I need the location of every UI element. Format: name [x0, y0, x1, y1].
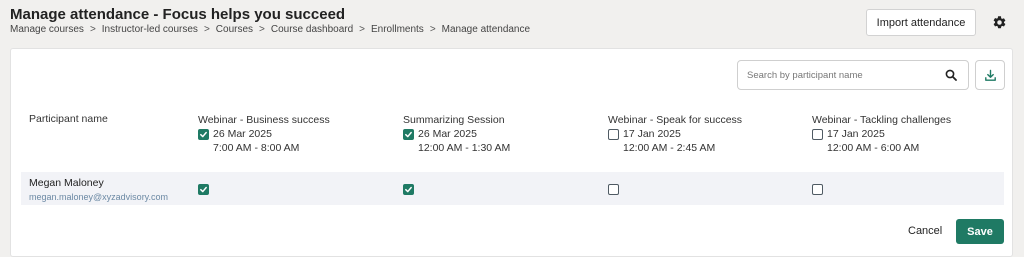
- search-icon[interactable]: [945, 69, 957, 81]
- breadcrumb-separator: >: [203, 24, 210, 35]
- attendance-card: Participant name Webinar - Business succ…: [10, 48, 1013, 257]
- attendance-checkbox[interactable]: [608, 184, 619, 195]
- session-date: 17 Jan 2025: [827, 128, 885, 140]
- session-select-all-checkbox[interactable]: [812, 128, 823, 140]
- session-column-header: Webinar - Business success 26 Mar 2025 7…: [198, 113, 330, 155]
- breadcrumb-item[interactable]: Courses: [216, 24, 253, 35]
- participant-email: megan.maloney@xyzadvisory.com: [29, 192, 169, 202]
- breadcrumb-separator: >: [429, 24, 436, 35]
- import-attendance-button[interactable]: Import attendance: [866, 9, 976, 36]
- search-field: [737, 60, 969, 90]
- breadcrumb-item[interactable]: Course dashboard: [271, 24, 353, 35]
- session-column-header: Webinar - Tackling challenges 17 Jan 202…: [812, 113, 951, 155]
- session-time: 12:00 AM - 2:45 AM: [623, 142, 716, 154]
- breadcrumb-item[interactable]: Enrollments: [371, 24, 424, 35]
- session-select-all-checkbox[interactable]: [403, 128, 414, 140]
- session-time: 12:00 AM - 1:30 AM: [418, 142, 511, 154]
- settings-button[interactable]: [986, 9, 1013, 36]
- page-title: Manage attendance - Focus helps you succ…: [10, 6, 346, 23]
- table-row: Megan Maloney megan.maloney@xyzadvisory.…: [21, 172, 1004, 205]
- session-time: 7:00 AM - 8:00 AM: [213, 142, 300, 154]
- session-column-header: Webinar - Speak for success 17 Jan 2025 …: [608, 113, 742, 155]
- session-column-header: Summarizing Session 26 Mar 2025 12:00 AM…: [403, 113, 510, 155]
- breadcrumb-item[interactable]: Manage courses: [10, 24, 84, 35]
- check-icon: [405, 131, 412, 137]
- session-name: Webinar - Tackling challenges: [812, 114, 952, 126]
- breadcrumb: Manage courses > Instructor-led courses …: [10, 24, 530, 35]
- attendance-checkbox[interactable]: [812, 184, 823, 195]
- session-select-all-checkbox[interactable]: [608, 128, 619, 140]
- gear-icon: [993, 16, 1006, 29]
- breadcrumb-current: Manage attendance: [441, 24, 531, 35]
- session-time: 12:00 AM - 6:00 AM: [827, 142, 920, 154]
- attendance-checkbox[interactable]: [403, 184, 414, 195]
- session-date: 26 Mar 2025: [213, 128, 272, 140]
- breadcrumb-item[interactable]: Instructor-led courses: [102, 24, 198, 35]
- session-name: Summarizing Session: [403, 114, 505, 126]
- participant-name-header: Participant name: [29, 113, 108, 125]
- cancel-button[interactable]: Cancel: [908, 225, 942, 237]
- attendance-checkbox[interactable]: [198, 184, 209, 195]
- download-icon: [984, 69, 996, 81]
- save-button[interactable]: Save: [956, 219, 1004, 244]
- check-icon: [200, 186, 207, 193]
- session-date: 26 Mar 2025: [418, 128, 477, 140]
- breadcrumb-separator: >: [89, 24, 96, 35]
- download-button[interactable]: [975, 60, 1005, 90]
- check-icon: [200, 131, 207, 137]
- breadcrumb-separator: >: [359, 24, 365, 35]
- session-name: Webinar - Speak for success: [608, 114, 743, 126]
- session-select-all-checkbox[interactable]: [198, 128, 209, 140]
- breadcrumb-separator: >: [259, 24, 265, 35]
- session-name: Webinar - Business success: [198, 114, 330, 126]
- check-icon: [405, 186, 412, 193]
- search-input[interactable]: [738, 61, 938, 89]
- participant-name: Megan Maloney: [29, 177, 104, 189]
- session-date: 17 Jan 2025: [623, 128, 681, 140]
